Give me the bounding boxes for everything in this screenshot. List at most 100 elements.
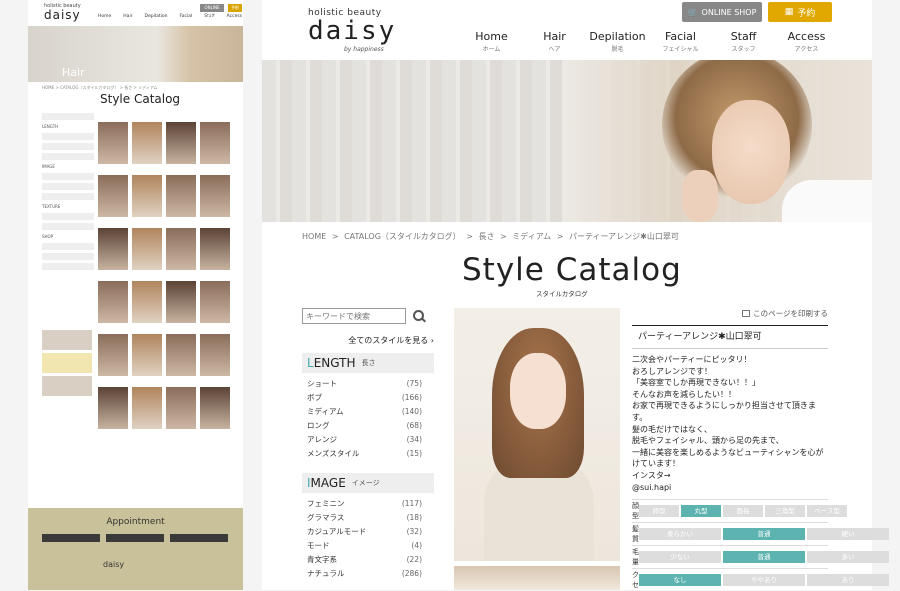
reserve-button[interactable]: ▦ 予約: [768, 2, 832, 22]
list-item[interactable]: フェミニン (117): [302, 497, 434, 511]
list-item[interactable]: メンズスタイル (15): [302, 447, 434, 461]
print-link[interactable]: このページを印刷する: [632, 308, 828, 319]
thumb-nav: Home Hair Depilation Facial Staff Access: [98, 14, 242, 19]
nav-item-hair[interactable]: Hair ヘア: [523, 30, 586, 53]
thumb-style-photo: [166, 175, 196, 223]
list-item[interactable]: ナチュラル (286): [302, 567, 434, 581]
sidebar: 全てのスタイルを見る › LENGTH 長さ ショート (75) ボブ (166) …: [302, 308, 434, 581]
list-item[interactable]: 青文字系 (22): [302, 553, 434, 567]
search-icon[interactable]: [410, 308, 428, 324]
item-count: (18): [406, 513, 422, 522]
item-label: モード: [307, 541, 330, 550]
page-thumbnail: holistic beauty daisy Home Hair Depilati…: [28, 0, 243, 590]
thumb-style-grid: [98, 122, 238, 435]
list-item[interactable]: ショート (75): [302, 377, 434, 391]
thumb-appointment-title: Appointment: [106, 517, 165, 527]
online-shop-button[interactable]: 🛒 ONLINE SHOP: [682, 2, 762, 22]
attribute-table: 顔型 卵型 丸型 面長 三角型 ベース型 髪質 柔らかい 普通 硬い 毛量 少な…: [632, 499, 889, 591]
style-name: パーティーアレンジ✱山口翠可: [632, 325, 828, 349]
nav-item-depilation[interactable]: Depilation 脱毛: [586, 30, 649, 53]
breadcrumb-sep: >: [556, 232, 564, 241]
nav-sublabel: ヘア: [548, 46, 561, 53]
attribute-option-selected: なし: [639, 574, 721, 587]
thumb-nav-item: Access: [226, 14, 243, 19]
length-list: ショート (75) ボブ (166) ミディアム (140) ロング (68) アレンジ…: [302, 377, 434, 461]
item-label: ロング: [307, 421, 330, 430]
nav-sublabel: 脱毛: [611, 46, 624, 53]
list-item[interactable]: グラマラス (18): [302, 511, 434, 525]
thumb-style-photo: [98, 281, 128, 329]
thumb-breadcrumb: HOME > CATALOG（スタイルカタログ） > 長さ > ミディアム: [42, 85, 158, 90]
list-item[interactable]: ロング (68): [302, 419, 434, 433]
category-rest: MAGE: [310, 476, 346, 490]
thumb-style-photo: [166, 281, 196, 329]
thumb-style-photo: [132, 334, 162, 382]
attribute-option: ベース型: [807, 505, 847, 518]
thumb-banner: [42, 376, 92, 396]
list-item[interactable]: カジュアルモード (32): [302, 525, 434, 539]
nav-item-facial[interactable]: Facial フェイシャル: [649, 30, 712, 53]
list-item[interactable]: モード (4): [302, 539, 434, 553]
list-item[interactable]: アレンジ (34): [302, 433, 434, 447]
nav-item-staff[interactable]: Staff スタッフ: [712, 30, 775, 53]
thumb-style-photo: [98, 228, 128, 276]
attribute-option: 硬い: [807, 528, 889, 541]
category-rest: ENGTH: [313, 356, 356, 370]
breadcrumb-sep: >: [331, 232, 339, 241]
thumb-style-photo: [166, 387, 196, 435]
list-item[interactable]: ボブ (166): [302, 391, 434, 405]
thumb-style-photo: [166, 122, 196, 170]
breadcrumb-medium[interactable]: ミディアム: [512, 232, 551, 241]
item-count: (34): [406, 435, 422, 444]
item-label: ショート: [307, 379, 337, 388]
thumb-reserve-button: 予約: [228, 4, 242, 12]
thumb-side-head: IMAGE: [42, 164, 55, 169]
thumb-side-head: TEXTURE: [42, 204, 61, 209]
attribute-option: あり: [807, 574, 889, 587]
attribute-row-curl: クセ なし ややあり あり: [632, 568, 889, 591]
category-title: LENGTH: [307, 356, 355, 370]
main-page: holistic beauty daisy by happiness 🛒 ONL…: [262, 0, 889, 591]
nav-label: Staff: [730, 30, 757, 43]
item-count: (75): [406, 379, 422, 388]
attribute-option-selected: 普通: [723, 551, 805, 564]
thumb-style-photo: [132, 281, 162, 329]
site-logo[interactable]: daisy: [308, 16, 396, 46]
item-label: 青文字系: [307, 555, 337, 564]
item-count: (4): [411, 541, 422, 550]
style-photo-secondary[interactable]: [454, 566, 620, 590]
category-jp: イメージ: [351, 479, 380, 487]
thumb-style-photo: [200, 228, 230, 276]
style-photo[interactable]: [454, 308, 620, 561]
breadcrumb-length[interactable]: 長さ: [478, 232, 494, 241]
attribute-option-selected: 丸型: [681, 505, 721, 518]
nav-sublabel: アクセス: [794, 46, 819, 53]
list-item[interactable]: ミディアム (140): [302, 405, 434, 419]
category-jp: 長さ: [361, 359, 376, 367]
category-head-length: LENGTH 長さ: [302, 353, 434, 373]
print-label: このページを印刷する: [753, 309, 828, 318]
thumb-banner: [42, 353, 92, 373]
thumb-style-photo: [98, 122, 128, 170]
thumb-style-photo: [200, 334, 230, 382]
breadcrumb-home[interactable]: HOME: [302, 232, 326, 241]
search-box: [302, 308, 434, 324]
search-input[interactable]: [302, 308, 406, 324]
nav-item-access[interactable]: Access アクセス: [775, 30, 838, 53]
item-count: (117): [401, 499, 422, 508]
thumb-logo: daisy: [44, 8, 81, 22]
item-label: フェミニン: [307, 499, 345, 508]
breadcrumb-catalog[interactable]: CATALOG（スタイルカタログ）: [344, 232, 461, 241]
thumb-nav-item: Hair: [123, 14, 133, 19]
nav-sublabel: フェイシャル: [662, 46, 699, 53]
attribute-option-selected: 普通: [723, 528, 805, 541]
nav-item-home[interactable]: Home ホーム: [460, 30, 523, 53]
thumb-appointment-button: [42, 534, 100, 542]
thumb-banners: [42, 330, 92, 399]
thumb-appointment: Appointment daisy: [28, 508, 243, 590]
breadcrumb: HOME > CATALOG（スタイルカタログ） > 長さ > ミディアム > …: [302, 231, 682, 242]
thumb-title: Style Catalog: [100, 92, 181, 106]
all-styles-link[interactable]: 全てのスタイルを見る ›: [302, 335, 434, 346]
nav-label: Access: [787, 30, 826, 43]
logo-sub: by happiness: [344, 46, 384, 53]
